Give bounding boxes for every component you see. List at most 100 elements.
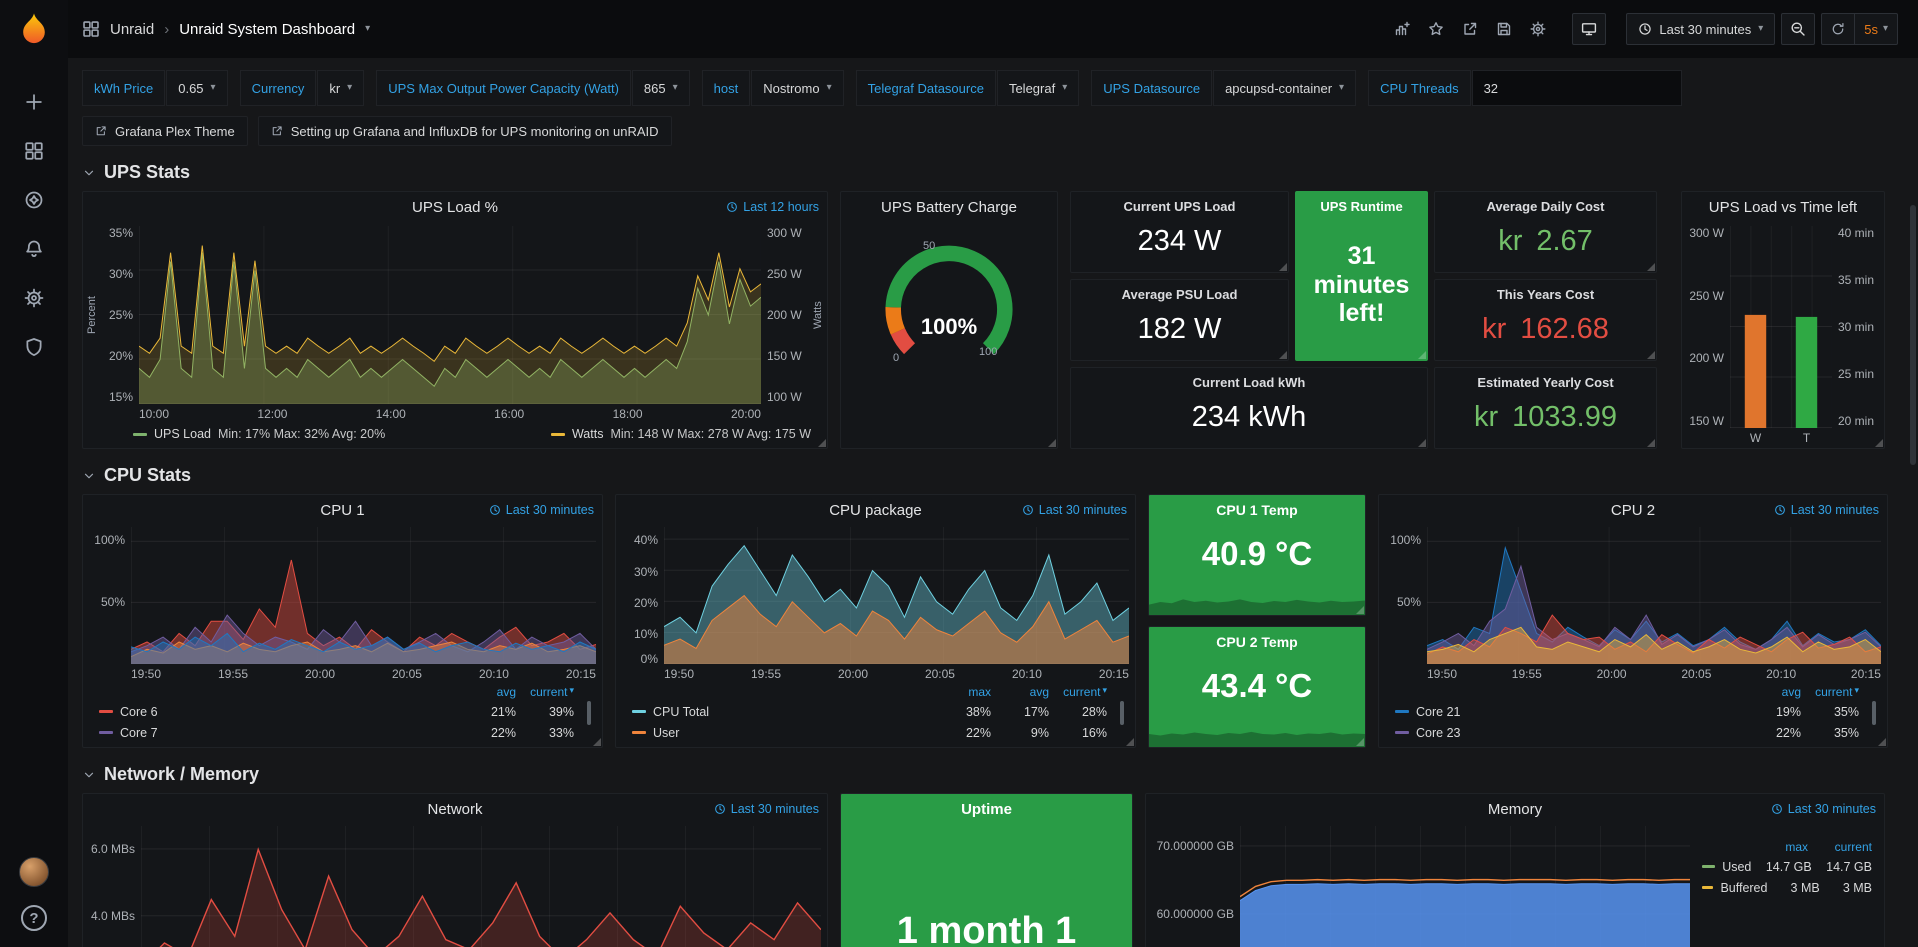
refresh-interval-button[interactable]: 5s ▾ [1855, 22, 1897, 37]
panel-resize-handle[interactable] [1279, 351, 1287, 359]
panel-title[interactable]: Uptime [961, 801, 1012, 818]
panel-resize-handle[interactable] [1875, 439, 1883, 447]
series-toggle[interactable]: Core 21 [1416, 705, 1743, 719]
panel-resize-handle[interactable] [1048, 439, 1056, 447]
add-panel-icon [1394, 21, 1410, 37]
series-toggle[interactable]: Core 6 [120, 705, 458, 719]
panel-resize-handle[interactable] [1356, 738, 1364, 746]
panel-resize-handle[interactable] [1418, 439, 1426, 447]
series-toggle[interactable]: Core 7 [120, 726, 458, 740]
star-dashboard-button[interactable] [1422, 15, 1450, 43]
variable-value-dropdown[interactable]: Nostromo▾ [751, 70, 843, 106]
sidebar-menu [12, 82, 56, 367]
stat-title[interactable]: This Years Cost [1497, 287, 1594, 302]
dashboard-settings-button[interactable] [1524, 15, 1552, 43]
cpu-package-chart[interactable] [664, 527, 1129, 664]
section-network-memory[interactable]: Network / Memory [82, 764, 1904, 785]
panel-cpu-1: CPU 1 Last 30 minutes 100%50% 19:5019:55… [82, 494, 603, 748]
legend-sort-max[interactable]: max [1744, 840, 1808, 854]
stat-title[interactable]: Average Daily Cost [1486, 199, 1604, 214]
panel-resize-handle[interactable] [1647, 351, 1655, 359]
panel-resize-handle[interactable] [1126, 738, 1134, 746]
caret-down-icon[interactable]: ▾ [365, 24, 370, 34]
series-toggle[interactable]: Buffered [1720, 881, 1767, 895]
link-ups-monitoring-guide[interactable]: Setting up Grafana and InfluxDB for UPS … [258, 116, 672, 146]
user-avatar[interactable] [19, 857, 49, 887]
section-cpu-stats[interactable]: CPU Stats [82, 465, 1904, 486]
sidebar-alerting-button[interactable] [12, 229, 56, 269]
legend-scrollbar[interactable] [1872, 701, 1876, 725]
refresh-button[interactable] [1822, 14, 1855, 44]
panel-resize-handle[interactable] [1279, 263, 1287, 271]
cpu-row: CPU 1 Last 30 minutes 100%50% 19:5019:55… [82, 494, 1904, 748]
shield-icon [24, 337, 44, 357]
series-toggle[interactable]: Core 23 [1416, 726, 1743, 740]
share-dashboard-button[interactable] [1456, 15, 1484, 43]
variable-value-dropdown[interactable]: apcupsd-container▾ [1213, 70, 1356, 106]
legend-sort-avg[interactable]: avg [458, 685, 516, 699]
variable-value-dropdown[interactable]: kr▾ [317, 70, 364, 106]
sidebar-server-admin-button[interactable] [12, 327, 56, 367]
network-chart[interactable] [141, 826, 821, 947]
legend-sort-current[interactable]: current▾ [1801, 685, 1859, 699]
legend-sort-current[interactable]: current▾ [1049, 685, 1107, 699]
legend-sort-current[interactable]: current▾ [516, 685, 574, 699]
legend-scrollbar[interactable] [587, 701, 591, 725]
series-toggle[interactable]: CPU Total [653, 705, 933, 719]
variable-value-dropdown[interactable]: Telegraf▾ [997, 70, 1079, 106]
stat-title[interactable]: Current Load kWh [1193, 375, 1306, 390]
ups-bars-chart[interactable] [1730, 226, 1832, 428]
grafana-logo[interactable] [0, 0, 68, 58]
zoom-out-button[interactable] [1781, 13, 1815, 45]
page-scrollbar[interactable] [1910, 205, 1916, 465]
kiosk-mode-button[interactable] [1572, 13, 1606, 45]
cpu-threads-input[interactable] [1472, 70, 1682, 106]
help-button[interactable]: ? [21, 905, 47, 931]
link-grafana-plex-theme[interactable]: Grafana Plex Theme [82, 116, 248, 146]
panel-resize-handle[interactable] [818, 439, 826, 447]
legend-item-watts[interactable]: Watts Min: 148 W Max: 278 W Avg: 175 W [551, 427, 811, 441]
panel-title[interactable]: UPS Battery Charge [841, 199, 1057, 216]
panel-resize-handle[interactable] [1878, 738, 1886, 746]
time-range-button[interactable]: Last 30 minutes ▾ [1626, 13, 1775, 45]
sidebar-explore-button[interactable] [12, 180, 56, 220]
breadcrumb-folder[interactable]: Unraid [110, 21, 154, 38]
ups-load-chart[interactable] [139, 226, 761, 404]
cpu1-chart[interactable] [131, 527, 596, 664]
stat-title[interactable]: Estimated Yearly Cost [1477, 375, 1613, 390]
panel-title[interactable]: UPS Load % [83, 199, 827, 216]
memory-chart[interactable] [1240, 826, 1690, 947]
add-panel-button[interactable] [1388, 15, 1416, 43]
panel-resize-handle[interactable] [1418, 351, 1426, 359]
legend-sort-avg[interactable]: avg [991, 685, 1049, 699]
sidebar-create-button[interactable] [12, 82, 56, 122]
stat-title[interactable]: UPS Runtime [1320, 199, 1402, 214]
legend-scrollbar[interactable] [1120, 701, 1124, 725]
series-toggle[interactable]: Used [1722, 860, 1751, 874]
panel-title[interactable]: UPS Load vs Time left [1682, 199, 1884, 216]
legend-sort-max[interactable]: max [933, 685, 991, 699]
breadcrumb-dashboard[interactable]: Unraid System Dashboard [179, 21, 355, 38]
panel-resize-handle[interactable] [593, 738, 601, 746]
legend-item-ups-load[interactable]: UPS Load Min: 17% Max: 32% Avg: 20% [133, 427, 385, 441]
save-dashboard-button[interactable] [1490, 15, 1518, 43]
stat-title[interactable]: CPU 1 Temp [1216, 502, 1297, 518]
legend-sort-avg[interactable]: avg [1743, 685, 1801, 699]
cpu2-chart[interactable] [1427, 527, 1881, 664]
stat-title[interactable]: Current UPS Load [1124, 199, 1236, 214]
section-ups-stats[interactable]: UPS Stats [82, 162, 1904, 183]
series-toggle[interactable]: User [653, 726, 933, 740]
sidebar: ? [0, 0, 68, 947]
panel-resize-handle[interactable] [1647, 263, 1655, 271]
stat-title[interactable]: Average PSU Load [1122, 287, 1238, 302]
sidebar-configuration-button[interactable] [12, 278, 56, 318]
legend-sort-current[interactable]: current [1808, 840, 1872, 854]
stat-title[interactable]: CPU 2 Temp [1216, 634, 1297, 650]
battery-gauge[interactable]: 100% 0 50 100 [841, 228, 1057, 454]
panel-resize-handle[interactable] [1356, 606, 1364, 614]
panel-resize-handle[interactable] [1647, 439, 1655, 447]
variable-value-dropdown[interactable]: 0.65▾ [166, 70, 227, 106]
sidebar-dashboards-button[interactable] [12, 131, 56, 171]
variable-value-dropdown[interactable]: 865▾ [632, 70, 690, 106]
apps-grid-icon[interactable] [82, 20, 100, 38]
